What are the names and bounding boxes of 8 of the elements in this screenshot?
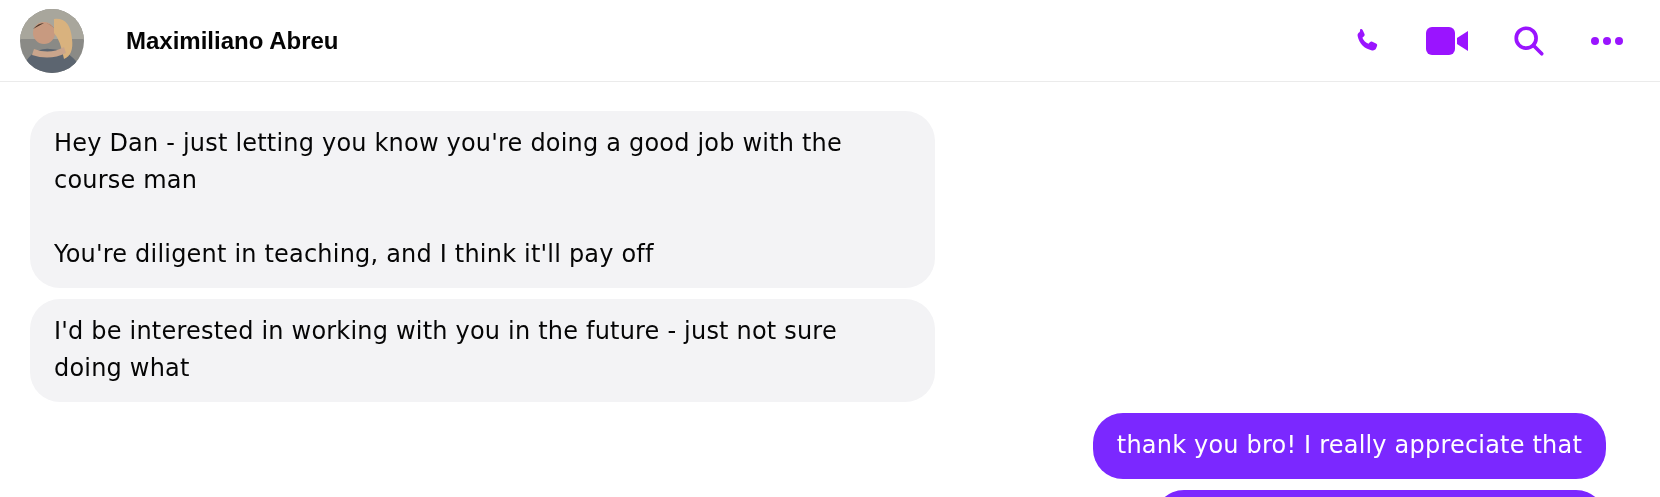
message-text: I'd be interested in working with you in the future - just not sure doing what bbox=[54, 316, 838, 384]
message-text: thank you bro! I really appreciate that bbox=[1116, 430, 1582, 461]
video-camera-icon bbox=[1426, 26, 1468, 55]
message-text: You're diligent in teaching, and I think it'll pay off bbox=[54, 239, 655, 270]
message-text: Hey Dan - just letting you know you're doing a good job with the course man bbox=[54, 128, 843, 196]
more-icon bbox=[1590, 35, 1624, 46]
search-icon bbox=[1512, 23, 1546, 58]
contact-name: Maximiliano Abreu bbox=[126, 26, 339, 55]
